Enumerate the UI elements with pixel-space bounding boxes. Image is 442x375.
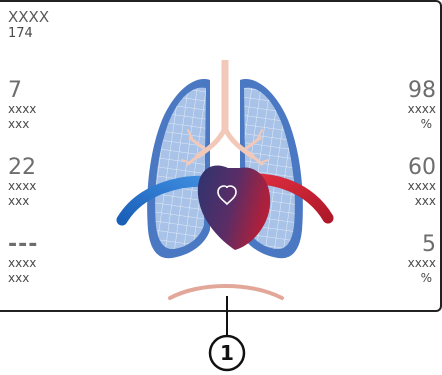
header-block: XXXX 174 xyxy=(8,8,49,42)
right-param-3-unit: % xyxy=(420,271,432,285)
right-param-3-value: 5 xyxy=(422,232,436,257)
header-value: 174 xyxy=(8,26,33,41)
left-param-1-label: xxxx xyxy=(8,102,37,116)
left-param-2-value: 22 xyxy=(8,155,36,180)
left-param-2: 22 xxxx xxx xyxy=(8,157,36,209)
left-param-1-value: 7 xyxy=(8,78,22,103)
right-param-1: 98 xxxx % xyxy=(408,80,436,132)
left-param-2-unit: xxx xyxy=(8,194,30,208)
left-param-3: --- xxxx xxx xyxy=(8,234,38,286)
right-param-2-unit: xxx xyxy=(414,194,436,208)
left-param-2-label: xxxx xyxy=(8,179,37,193)
right-param-1-value: 98 xyxy=(408,78,436,103)
right-param-1-label: xxxx xyxy=(407,102,436,116)
right-param-2: 60 xxxx xxx xyxy=(408,157,436,209)
right-param-3-label: xxxx xyxy=(407,256,436,270)
right-param-3: 5 xxxx % xyxy=(408,234,436,286)
callout-number: 1 xyxy=(220,341,234,365)
header-title: XXXX xyxy=(8,8,50,26)
left-param-3-value: --- xyxy=(8,232,39,257)
left-param-1-unit: xxx xyxy=(8,117,30,131)
lungs-heart-icon xyxy=(116,60,334,300)
left-param-3-unit: xxx xyxy=(8,271,30,285)
left-param-1: 7 xxxx xxx xyxy=(8,80,36,132)
diaphragm-arc-icon xyxy=(168,284,284,300)
right-param-2-value: 60 xyxy=(408,155,436,180)
right-param-2-label: xxxx xyxy=(407,179,436,193)
left-param-3-label: xxxx xyxy=(8,256,37,270)
right-param-1-unit: % xyxy=(420,117,432,131)
left-lung-icon xyxy=(147,79,210,259)
patient-monitor-screen: XXXX 174 7 xxxx xxx 22 xxxx xxx --- xxxx… xyxy=(0,0,442,312)
